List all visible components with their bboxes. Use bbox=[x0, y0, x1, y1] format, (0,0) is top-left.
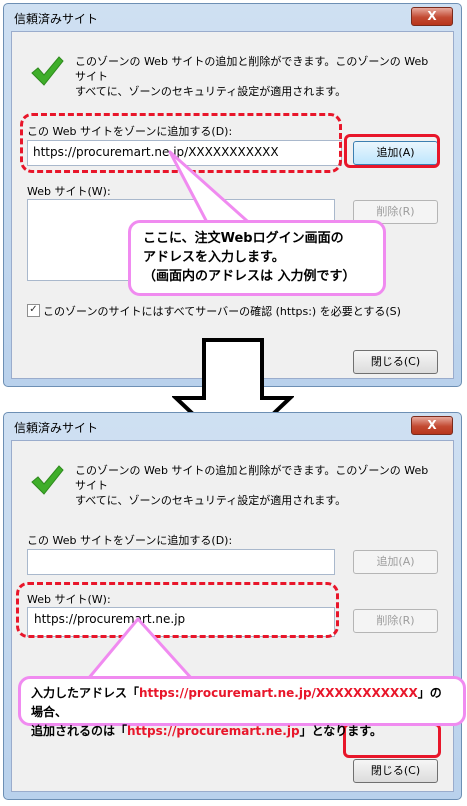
highlight-add-button bbox=[344, 134, 440, 168]
add-site-input[interactable] bbox=[27, 549, 335, 575]
callout-2-line-1: 入力したアドレス「https://procuremart.ne.jp/XXXXX… bbox=[31, 684, 453, 722]
zone-info-text: このゾーンの Web サイトの追加と削除ができます。このゾーンの Web サイト… bbox=[75, 54, 435, 99]
close-button[interactable]: 閉じる(C) bbox=[353, 350, 438, 374]
website-list-label: Web サイト(W): bbox=[27, 185, 111, 198]
close-window-button[interactable]: X bbox=[411, 7, 453, 26]
dialog-title: 信頼済みサイト bbox=[14, 12, 99, 26]
callout-2-text: 」となります。 bbox=[299, 724, 383, 738]
add-button[interactable]: 追加(A) bbox=[353, 550, 438, 574]
require-https-checkbox[interactable]: ✓ bbox=[27, 304, 40, 317]
info-line-1: このゾーンの Web サイトの追加と削除ができます。このゾーンの Web サイト bbox=[75, 55, 429, 83]
info-line-1: このゾーンの Web サイトの追加と削除ができます。このゾーンの Web サイト bbox=[75, 464, 429, 492]
callout-2-input-url: https://procuremart.ne.jp/XXXXXXXXXXX bbox=[139, 686, 418, 700]
callout-1-line-3: （画面内のアドレスは 入力例です） bbox=[143, 269, 356, 284]
title-bar: 信頼済みサイト X bbox=[4, 4, 461, 30]
zone-info-text: このゾーンの Web サイトの追加と削除ができます。このゾーンの Web サイト… bbox=[75, 463, 435, 508]
remove-button[interactable]: 削除(R) bbox=[353, 609, 438, 633]
close-window-button[interactable]: X bbox=[411, 416, 453, 435]
callout-1-line-1: ここに、注文Webログイン画面の bbox=[143, 231, 344, 246]
callout-2-line-2: 追加されるのは「https://procuremart.ne.jp」となります。 bbox=[31, 722, 453, 741]
callout-2-pointer bbox=[86, 617, 194, 681]
checkmark-icon bbox=[31, 56, 64, 86]
dialog-title: 信頼済みサイト bbox=[14, 421, 99, 435]
title-bar: 信頼済みサイト X bbox=[4, 413, 461, 439]
callout-2-text: 追加されるのは「 bbox=[31, 724, 128, 738]
callout-2: 入力したアドレス「https://procuremart.ne.jp/XXXXX… bbox=[18, 676, 466, 738]
callout-1: ここに、注文Webログイン画面の アドレスを入力します。 （画面内のアドレスは … bbox=[128, 220, 386, 296]
callout-2-text: 入力したアドレス「 bbox=[31, 686, 140, 700]
checkmark-icon bbox=[31, 465, 64, 495]
callout-1-line-2: アドレスを入力します。 bbox=[143, 250, 285, 265]
info-line-2: すべてに、ゾーンのセキュリティ設定が適用されます。 bbox=[75, 494, 347, 507]
add-site-label: この Web サイトをゾーンに追加する(D): bbox=[27, 534, 233, 547]
require-https-label: このゾーンのサイトにはすべてサーバーの確認 (https:) を必要とする(S) bbox=[43, 305, 401, 318]
close-button[interactable]: 閉じる(C) bbox=[353, 759, 438, 783]
info-line-2: すべてに、ゾーンのセキュリティ設定が適用されます。 bbox=[75, 85, 347, 98]
callout-2-added-url: https://procuremart.ne.jp bbox=[127, 724, 300, 738]
